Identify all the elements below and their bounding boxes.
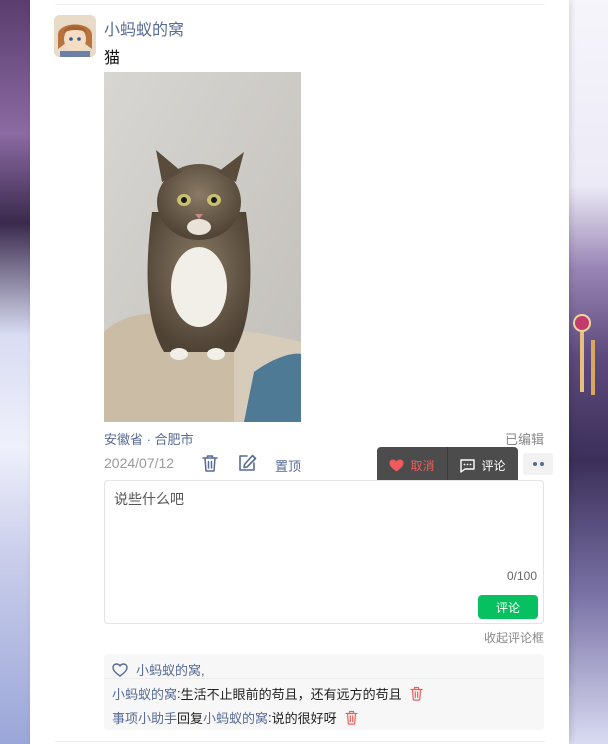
moment-post-panel: 小蚂蚁的窝 猫 安徽省 · 合肥市 已编辑 2024/07/12 置顶 取消 评… xyxy=(30,0,569,744)
divider xyxy=(55,4,545,5)
reply-target[interactable]: 小蚂蚁的窝 xyxy=(203,708,268,727)
comment-item[interactable]: 小蚂蚁的窝: 生活不止眼前的苟且，还有远方的苟且 xyxy=(112,684,423,703)
trash-icon xyxy=(202,455,218,472)
edit-post-button[interactable] xyxy=(237,453,257,473)
comment-author[interactable]: 事项小助手 xyxy=(112,708,177,727)
dot-icon xyxy=(539,462,544,466)
delete-comment-button[interactable] xyxy=(410,686,423,701)
trash-icon xyxy=(345,710,358,725)
post-location[interactable]: 安徽省 · 合肥市 xyxy=(104,429,194,448)
comment-textarea[interactable] xyxy=(112,487,536,571)
likes-and-comments: 小蚂蚁的窝, 小蚂蚁的窝: 生活不止眼前的苟且，还有远方的苟且 事项小助手 回复… xyxy=(104,654,544,730)
trash-icon xyxy=(410,686,423,701)
cancel-like-label: 取消 xyxy=(410,459,435,473)
comment-action-button[interactable]: 评论 xyxy=(448,447,518,484)
heart-outline-icon xyxy=(112,662,128,677)
post-author-name[interactable]: 小蚂蚁的窝 xyxy=(104,16,184,40)
comment-action-label: 评论 xyxy=(481,459,506,473)
comment-author[interactable]: 小蚂蚁的窝 xyxy=(112,684,177,703)
submit-comment-button[interactable]: 评论 xyxy=(478,595,538,619)
likes-row: 小蚂蚁的窝, xyxy=(112,660,205,679)
comment-icon xyxy=(460,458,476,473)
comment-text: 说的很好呀 xyxy=(271,711,337,726)
divider xyxy=(55,741,545,742)
comment-text: 生活不止眼前的苟且，还有远方的苟且 xyxy=(180,687,402,702)
pin-post-button[interactable]: 置顶 xyxy=(275,456,301,475)
background-left-art xyxy=(0,0,30,744)
liker-name[interactable]: 小蚂蚁的窝, xyxy=(136,660,205,679)
edited-label: 已编辑 xyxy=(504,432,544,447)
reply-word: 回复 xyxy=(177,711,204,726)
dot-icon xyxy=(532,462,537,466)
delete-comment-button[interactable] xyxy=(345,710,358,725)
decor-tassel xyxy=(591,340,595,395)
background-right-art xyxy=(569,0,608,744)
collapse-comment-box-link[interactable]: 收起评论框 xyxy=(484,629,544,646)
like-comment-popup: 取消 评论 xyxy=(377,447,518,484)
post-date: 2024/07/12 xyxy=(104,455,175,471)
avatar[interactable] xyxy=(54,15,96,57)
more-options-button[interactable] xyxy=(523,453,553,475)
decor-tassel xyxy=(580,332,584,392)
delete-post-button[interactable] xyxy=(200,453,220,473)
decor-bead xyxy=(575,316,589,330)
heart-filled-icon xyxy=(389,459,404,472)
cancel-like-button[interactable]: 取消 xyxy=(377,447,447,484)
char-counter: 0/100 xyxy=(506,569,537,583)
post-text: 猫 xyxy=(104,50,121,67)
post-photo-cat[interactable] xyxy=(104,72,301,422)
comment-item[interactable]: 事项小助手 回复 小蚂蚁的窝: 说的很好呀 xyxy=(112,708,358,727)
divider xyxy=(104,678,544,679)
edit-icon xyxy=(238,454,256,471)
comment-form: 0/100 评论 xyxy=(104,480,544,624)
